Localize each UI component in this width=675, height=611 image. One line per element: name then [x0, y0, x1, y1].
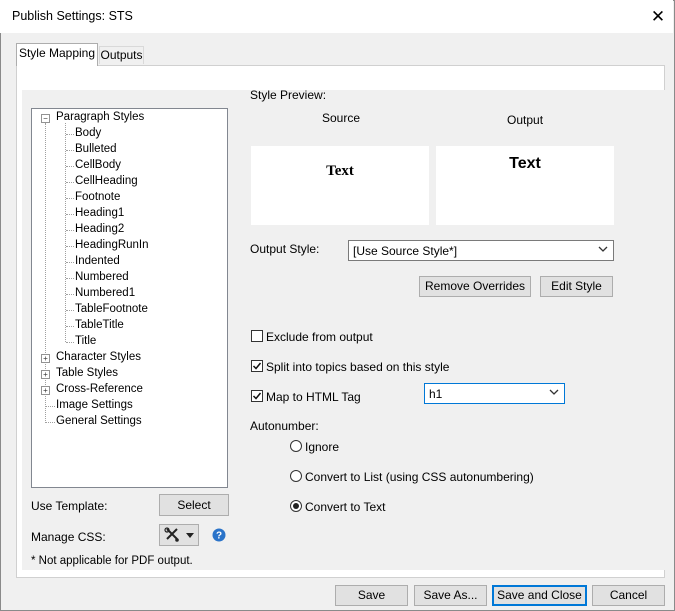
style-preview-heading: Style Preview: — [250, 88, 327, 102]
window-title: Publish Settings: STS — [12, 9, 133, 23]
autonumber-text-label: Convert to Text — [305, 500, 386, 514]
title-bar: Publish Settings: STS ✕ — [0, 0, 673, 33]
tree-item-footnote[interactable]: Footnote — [75, 191, 120, 203]
style-tree[interactable]: − Paragraph Styles Body Bulleted CellBod… — [31, 108, 228, 488]
save-and-close-button[interactable]: Save and Close — [492, 585, 587, 606]
tree-item-body[interactable]: Body — [75, 127, 101, 139]
expand-icon[interactable]: + — [41, 354, 50, 363]
autonumber-label: Autonumber: — [250, 419, 319, 433]
tree-connector — [66, 198, 74, 199]
tree-item-title[interactable]: Title — [75, 335, 96, 347]
tree-item-tablefootnote[interactable]: TableFootnote — [75, 303, 148, 315]
tree-item-cellheading[interactable]: CellHeading — [75, 175, 138, 187]
tree-item-numbered1[interactable]: Numbered1 — [75, 287, 135, 299]
autonumber-ignore-radio[interactable] — [290, 440, 302, 452]
tree-connector — [66, 246, 74, 247]
tree-item-table-styles[interactable]: Table Styles — [56, 367, 118, 379]
exclude-label: Exclude from output — [266, 330, 373, 344]
tree-item-image-settings[interactable]: Image Settings — [56, 399, 133, 411]
tree-item-heading1[interactable]: Heading1 — [75, 207, 124, 219]
tab-style-mapping[interactable]: Style Mapping — [16, 43, 98, 66]
svg-text:?: ? — [216, 531, 222, 542]
tree-item-headingrunin[interactable]: HeadingRunIn — [75, 239, 149, 251]
tree-connector — [66, 230, 74, 231]
manage-css-dropdown[interactable] — [159, 524, 199, 546]
manage-css-label: Manage CSS: — [31, 530, 106, 544]
tree-item-general-settings[interactable]: General Settings — [56, 415, 142, 427]
save-as-button[interactable]: Save As... — [414, 585, 487, 606]
chevron-down-icon — [549, 389, 559, 395]
chevron-down-icon — [186, 533, 194, 538]
exclude-checkbox[interactable] — [251, 330, 263, 342]
tree-item-heading2[interactable]: Heading2 — [75, 223, 124, 235]
output-style-select[interactable]: [Use Source Style*] — [348, 240, 614, 261]
tree-connector — [66, 342, 74, 343]
save-button[interactable]: Save — [335, 585, 408, 606]
source-preview: Text — [251, 146, 429, 225]
tree-item-character-styles[interactable]: Character Styles — [56, 351, 141, 363]
tree-item-numbered[interactable]: Numbered — [75, 271, 129, 283]
output-preview: Text — [436, 146, 614, 225]
html-tag-select[interactable]: h1 — [424, 383, 565, 404]
map-html-checkbox[interactable] — [251, 390, 263, 402]
source-label: Source — [322, 111, 361, 125]
tree-connector — [66, 310, 74, 311]
cancel-button[interactable]: Cancel — [592, 585, 665, 606]
remove-overrides-button[interactable]: Remove Overrides — [419, 276, 531, 297]
tab-outputs[interactable]: Outputs — [99, 46, 144, 64]
tree-connector — [66, 278, 74, 279]
tree-connector — [46, 422, 55, 423]
select-button[interactable]: Select — [159, 494, 229, 516]
output-label: Output — [507, 113, 544, 127]
tree-connector — [66, 262, 74, 263]
output-style-label: Output Style: — [250, 242, 320, 256]
tree-item-indented[interactable]: Indented — [75, 255, 120, 267]
autonumber-text-radio[interactable] — [290, 500, 302, 512]
tree-connector — [66, 214, 74, 215]
tools-icon — [164, 527, 179, 542]
tree-item-cross-reference[interactable]: Cross-Reference — [56, 383, 143, 395]
map-html-label: Map to HTML Tag — [266, 390, 361, 404]
use-template-label: Use Template: — [31, 499, 108, 513]
tree-item-bulleted[interactable]: Bulleted — [75, 143, 117, 155]
tree-connector — [46, 406, 55, 407]
expand-icon[interactable]: + — [41, 370, 50, 379]
html-tag-value: h1 — [429, 387, 443, 401]
tree-connector — [66, 150, 74, 151]
tree-connector — [66, 182, 74, 183]
autonumber-list-radio[interactable] — [290, 470, 302, 482]
autonumber-list-label: Convert to List (using CSS autonumbering… — [305, 470, 534, 484]
split-label: Split into topics based on this style — [266, 360, 450, 374]
edit-style-button[interactable]: Edit Style — [540, 276, 613, 297]
tree-item-tabletitle[interactable]: TableTitle — [75, 319, 124, 331]
help-icon[interactable]: ? — [212, 528, 226, 542]
expand-icon[interactable]: + — [41, 386, 50, 395]
tree-connector — [66, 134, 74, 135]
tree-connector — [66, 326, 74, 327]
source-preview-text: Text — [326, 163, 354, 179]
footnote-text: * Not applicable for PDF output. — [31, 555, 193, 567]
autonumber-ignore-label: Ignore — [305, 440, 340, 454]
tree-item-cellbody[interactable]: CellBody — [75, 159, 121, 171]
chevron-down-icon — [598, 246, 608, 252]
close-icon[interactable]: ✕ — [646, 6, 670, 28]
split-checkbox[interactable] — [251, 360, 263, 372]
checkmark-icon — [252, 392, 262, 400]
output-style-value: [Use Source Style*] — [353, 244, 458, 258]
output-preview-text: Text — [509, 155, 541, 172]
collapse-icon[interactable]: − — [41, 114, 50, 123]
tree-connector — [66, 166, 74, 167]
checkmark-icon — [252, 362, 262, 370]
tree-connector — [66, 294, 74, 295]
tree-item-paragraph-styles[interactable]: Paragraph Styles — [56, 111, 144, 123]
